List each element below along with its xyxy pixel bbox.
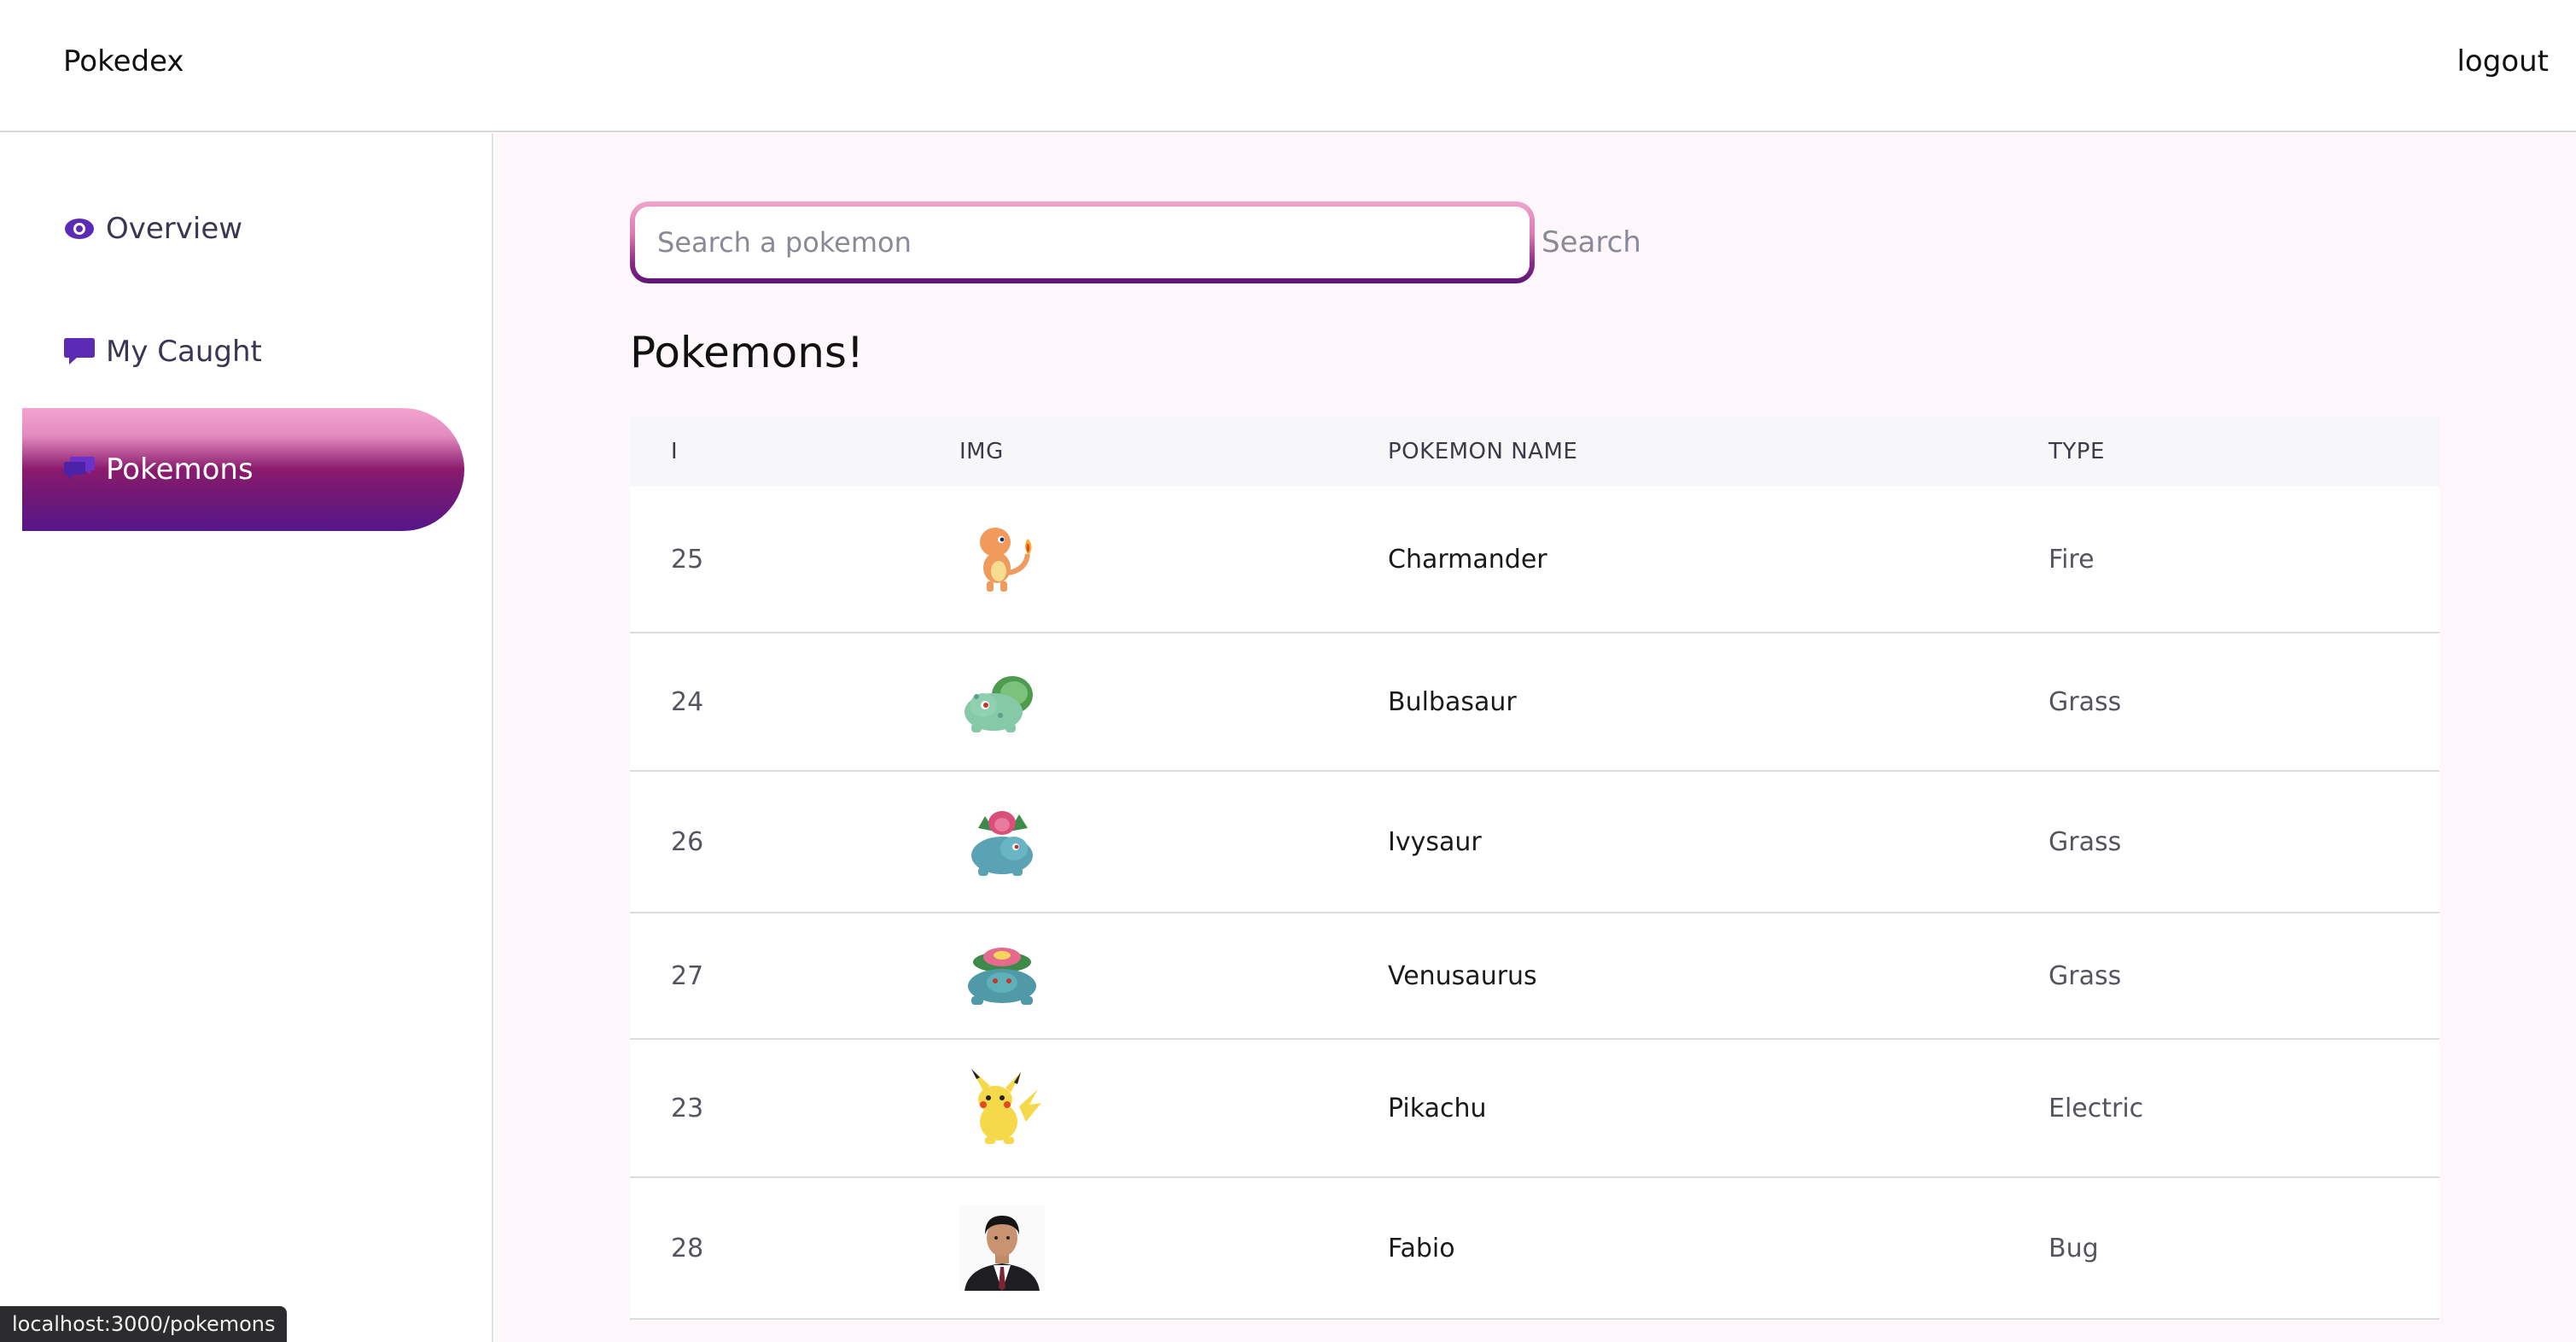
table-row[interactable]: 25 Charmander Fire [630,487,2439,633]
pokemon-name: Bulbasaur [1388,686,1517,717]
sidebar-item-pokemons[interactable]: Pokemons [22,408,464,531]
column-header-img: IMG [959,439,1004,464]
top-header: Pokedex logout [0,0,2576,132]
search-button[interactable]: Search [1542,225,1641,260]
sidebar-item-label: Overview [106,212,243,246]
search-box [630,201,1535,283]
pokemon-name: Fabio [1388,1233,1455,1263]
column-header-name: POKEMON NAME [1388,439,1578,464]
pokemon-id: 25 [671,544,704,575]
pokemon-table: I IMG POKEMON NAME TYPE 25 Charmander Fi… [630,417,2439,1320]
pokemon-name: Charmander [1388,544,1547,575]
table-row[interactable]: 23 Pikachu Electric [630,1040,2439,1178]
pokemon-type: Electric [2049,1093,2144,1123]
ivysaur-sprite [959,799,1388,884]
sidebar-item-label: My Caught [106,335,262,369]
charmander-sprite [959,516,1388,602]
column-header-id: I [671,439,679,464]
table-row[interactable]: 27 Venusaurus Grass [630,913,2439,1040]
table-row[interactable]: 28 Fabio Bug [630,1178,2439,1320]
pokemon-type: Grass [2049,686,2122,717]
sidebar: Overview My Caught Pokemons [0,133,493,1342]
sidebar-item-label: Pokemons [106,452,254,487]
pikachu-sprite [959,1065,1388,1151]
pokemon-id: 23 [671,1093,704,1123]
pokemon-type: Grass [2049,960,2122,991]
pokemon-type: Bug [2049,1233,2099,1263]
venusaur-sprite [959,933,1388,1018]
pokemon-name: Pikachu [1388,1093,1487,1123]
pokemon-id: 24 [671,686,704,717]
page-title: Pokemons! [630,328,864,377]
chat-bubbles-icon [63,453,96,486]
brand-title[interactable]: Pokedex [63,44,184,79]
pokemon-id: 27 [671,960,704,991]
person-photo [959,1205,1388,1291]
column-header-type: TYPE [2049,439,2105,464]
pokemon-name: Venusaurus [1388,960,1537,991]
pokemon-name: Ivysaur [1388,826,1482,857]
main-content: Search Pokemons! I IMG POKEMON NAME TYPE… [495,133,2576,1342]
pokemon-type: Grass [2049,826,2122,857]
sidebar-item-overview[interactable]: Overview [22,167,464,290]
chat-bubble-icon [63,336,96,368]
table-header: I IMG POKEMON NAME TYPE [630,417,2439,487]
search-input[interactable] [635,207,1530,278]
table-row[interactable]: 26 Ivysaur Grass [630,772,2439,913]
pokemon-id: 26 [671,826,704,857]
link-status-bar: localhost:3000/pokemons [0,1306,288,1342]
pokemon-id: 28 [671,1233,704,1263]
sidebar-item-my-caught[interactable]: My Caught [22,290,464,413]
logout-link[interactable]: logout [2457,44,2549,79]
eye-icon [63,213,96,245]
bulbasaur-sprite [959,659,1388,744]
pokemon-type: Fire [2049,544,2095,575]
table-row[interactable]: 24 Bulbasaur Grass [630,633,2439,772]
